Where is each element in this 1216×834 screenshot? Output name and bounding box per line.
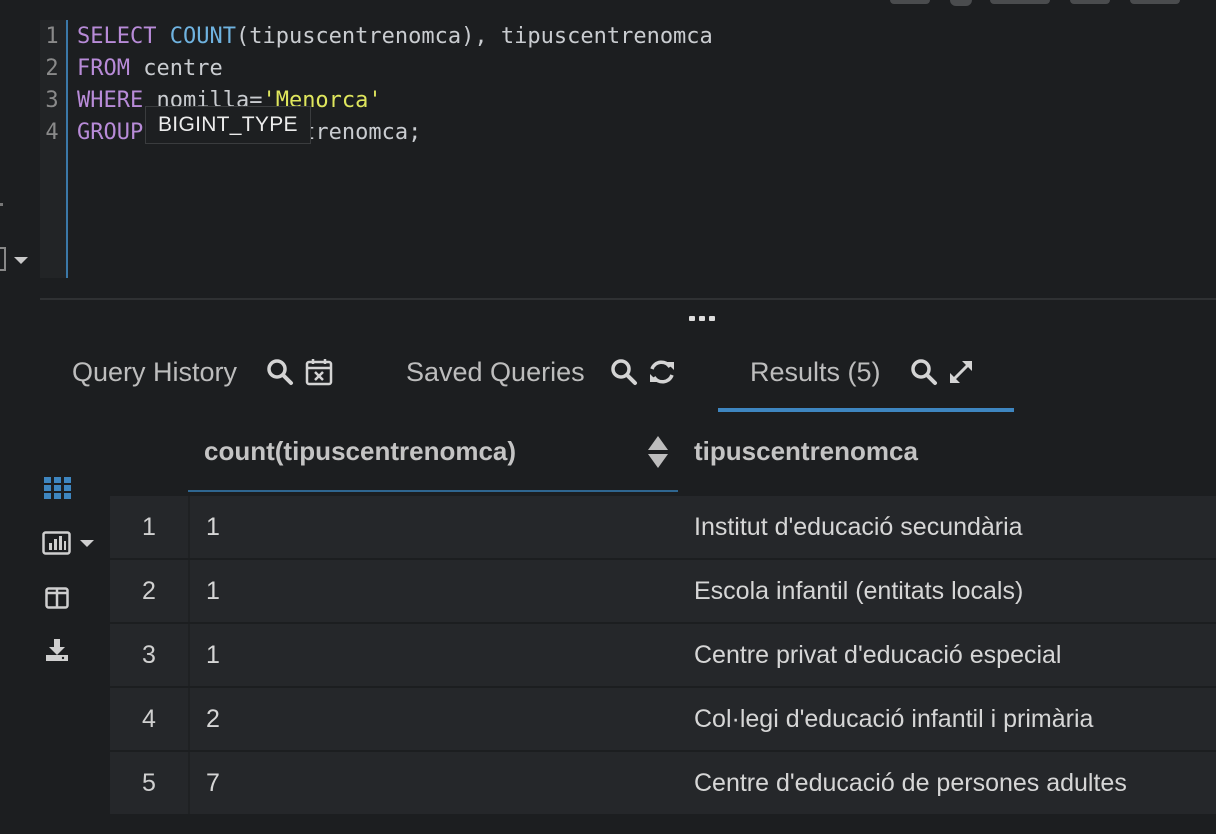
left-edge-icon-fragment[interactable] (0, 247, 6, 271)
line-number: 1 (45, 24, 59, 49)
search-icon[interactable] (610, 358, 638, 386)
pane-divider (40, 298, 1216, 300)
type-tooltip: BIGINT_TYPE (145, 106, 311, 144)
cell-divider (188, 496, 190, 558)
download-icon[interactable] (45, 638, 69, 662)
table-row[interactable]: 3 1 Centre privat d'educació especial (110, 622, 1216, 686)
cell-count[interactable]: 7 (206, 752, 220, 814)
sql-editor[interactable]: 1 2 3 4 SELECT COUNT(tipuscentrenomca), … (40, 20, 1216, 278)
row-index: 3 (142, 641, 156, 669)
cell-divider (188, 560, 190, 622)
chart-icon[interactable] (42, 531, 98, 555)
expand-icon[interactable] (947, 358, 975, 386)
cell-divider (188, 688, 190, 750)
refresh-icon[interactable] (648, 358, 676, 386)
line-number: 4 (45, 120, 59, 145)
cell-tipus[interactable]: Escola infantil (entitats locals) (694, 560, 1023, 622)
calendar-clear-icon[interactable] (305, 358, 333, 386)
row-index: 2 (142, 577, 156, 605)
editor-gutter: 1 2 3 4 (40, 20, 68, 278)
sql-text: (tipuscentrenomca), tipuscentrenomca (235, 24, 713, 49)
table-row[interactable]: 2 1 Escola infantil (entitats locals) (110, 558, 1216, 622)
row-index: 5 (142, 769, 156, 797)
table-row[interactable]: 4 2 Col·legi d'educació infantil i primà… (110, 686, 1216, 750)
search-icon[interactable] (910, 358, 938, 386)
cell-count[interactable]: 1 (206, 624, 220, 686)
line-number: 2 (45, 56, 59, 81)
cell-tipus[interactable]: Centre d'educació de persones adultes (694, 752, 1127, 814)
top-toolbar-fragment (890, 0, 1190, 6)
tab-results[interactable]: Results (5) (750, 352, 990, 412)
sql-keyword: WHERE (77, 88, 144, 113)
columns-icon[interactable] (45, 587, 69, 609)
cell-count[interactable]: 1 (206, 496, 220, 558)
tab-query-history[interactable]: Query History (72, 352, 342, 412)
active-tab-indicator (718, 408, 1014, 412)
cell-tipus[interactable]: Col·legi d'educació infantil i primària (694, 688, 1093, 750)
grid-view-icon[interactable] (44, 477, 71, 499)
line-number: 3 (45, 88, 59, 113)
table-row[interactable]: 1 1 Institut d'educació secundària (110, 494, 1216, 558)
cell-tipus[interactable]: Institut d'educació secundària (694, 496, 1023, 558)
tab-label: Query History (72, 357, 238, 387)
cell-divider (188, 624, 190, 686)
sql-keyword: SELECT (77, 24, 157, 49)
cell-count[interactable]: 1 (206, 560, 220, 622)
table-row[interactable]: 5 7 Centre d'educació de persones adulte… (110, 750, 1216, 814)
tab-saved-queries[interactable]: Saved Queries (406, 352, 676, 412)
row-index: 1 (142, 513, 156, 541)
tab-label: Results (5) (750, 357, 881, 387)
row-index: 4 (142, 705, 156, 733)
cell-count[interactable]: 2 (206, 688, 220, 750)
column-header-count[interactable]: count(tipuscentrenomca) (204, 434, 516, 468)
sql-text: centre (129, 56, 223, 81)
tab-label: Saved Queries (406, 357, 585, 387)
chevron-down-icon[interactable] (14, 257, 28, 264)
search-icon[interactable] (266, 358, 294, 386)
column-header-tipus[interactable]: tipuscentrenomca (694, 434, 918, 468)
cell-tipus[interactable]: Centre privat d'educació especial (694, 624, 1061, 686)
code-line-2[interactable]: FROM centre (77, 56, 223, 81)
sql-keyword: GROUP (77, 120, 144, 145)
splitter-handle-icon[interactable] (689, 316, 715, 322)
sql-function: COUNT (169, 24, 236, 49)
sql-keyword: FROM (77, 56, 130, 81)
code-line-1[interactable]: SELECT COUNT(tipuscentrenomca), tipuscen… (77, 24, 713, 49)
cell-divider (188, 752, 190, 814)
left-edge-fragment (0, 203, 3, 206)
sorted-column-indicator (188, 490, 678, 492)
sort-icon[interactable] (647, 435, 669, 469)
